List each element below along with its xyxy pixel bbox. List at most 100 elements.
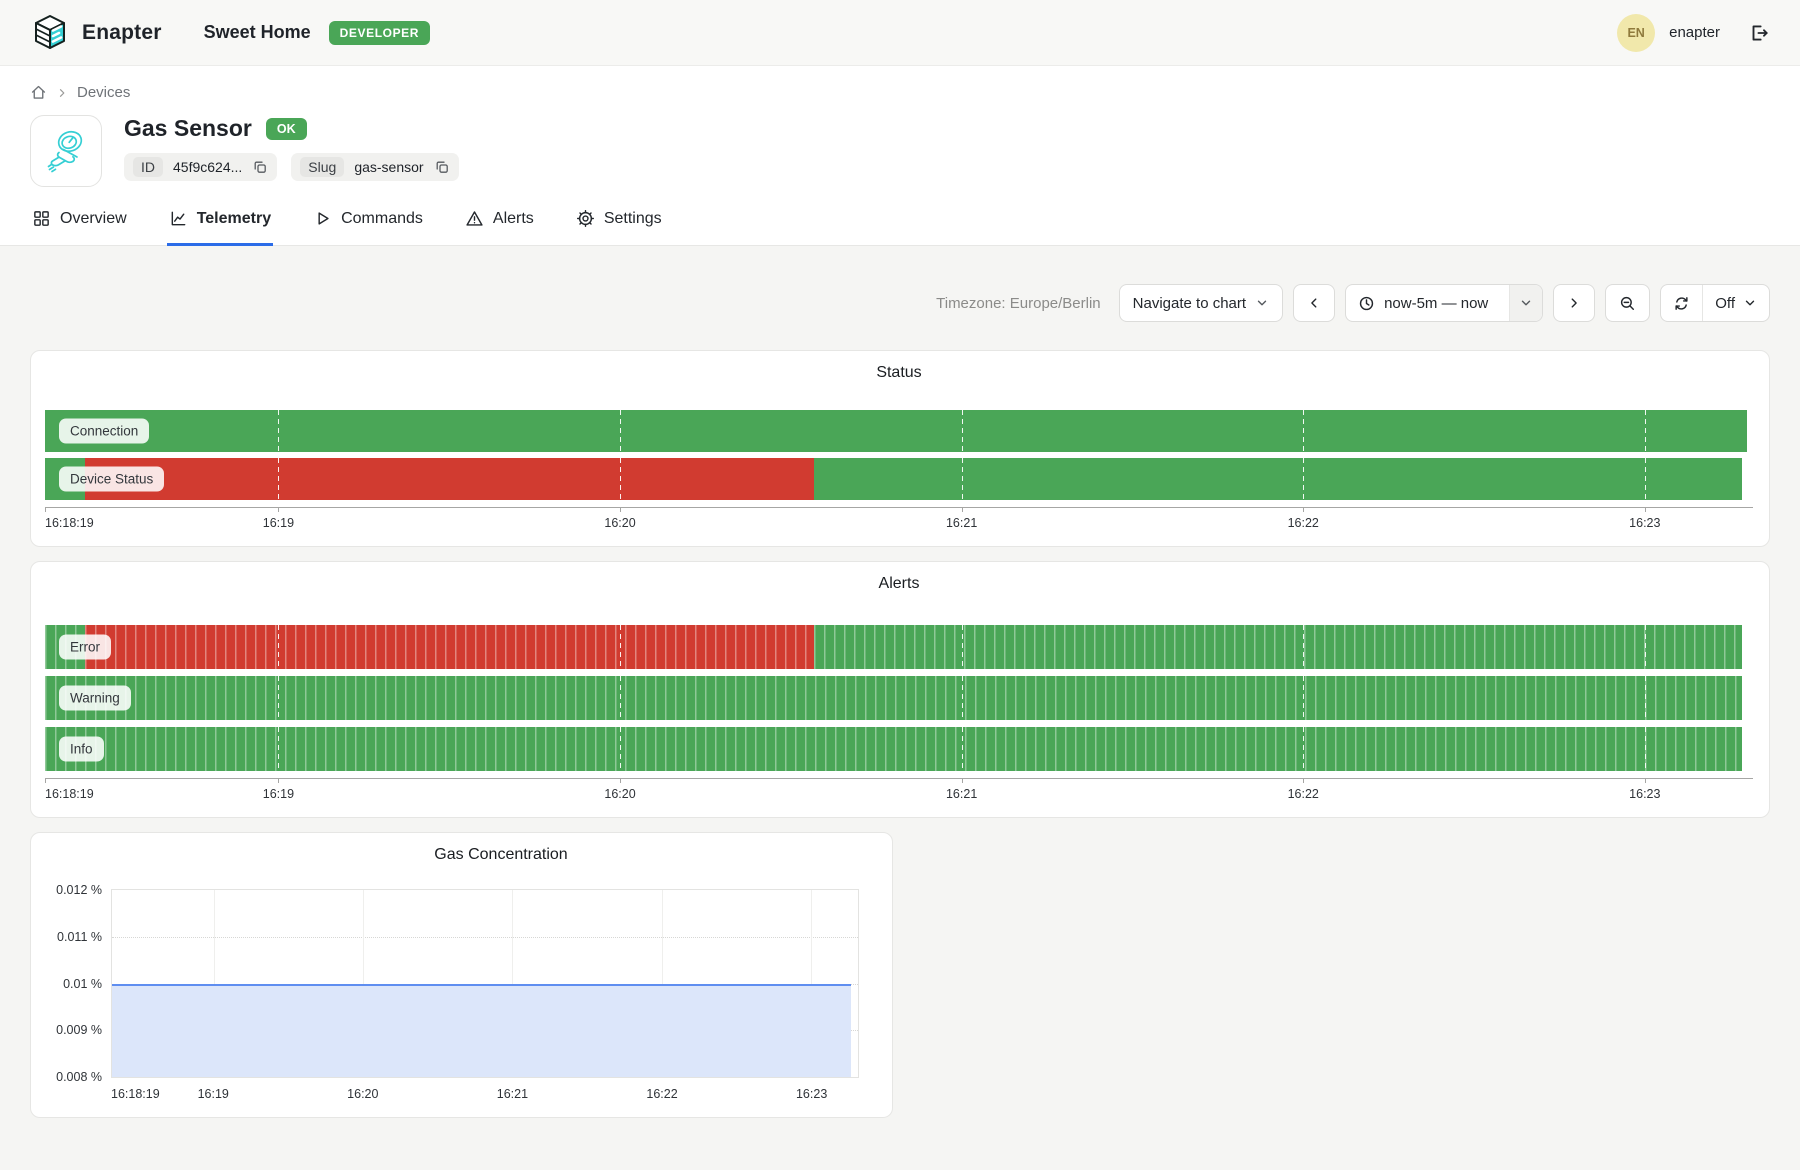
gridline xyxy=(1645,676,1646,720)
plot-area[interactable]: 0.012 %0.011 %0.01 %0.009 %0.008 % xyxy=(111,889,859,1078)
zoom-out-button[interactable] xyxy=(1605,284,1650,322)
logout-icon xyxy=(1748,22,1770,44)
developer-badge: DEVELOPER xyxy=(329,21,430,45)
row-label: Error xyxy=(59,635,111,660)
gridline xyxy=(620,458,621,500)
timeline-segment-error xyxy=(85,458,814,500)
alerts-timeline-chart[interactable]: ErrorWarningInfo16:18:1916:1916:2016:211… xyxy=(45,625,1753,808)
alerts-chart-panel: Alerts ErrorWarningInfo16:18:1916:1916:2… xyxy=(30,561,1770,818)
axis-tick xyxy=(1303,779,1304,783)
gridline xyxy=(962,410,963,452)
logout-button[interactable] xyxy=(1748,22,1770,44)
gear-icon xyxy=(576,209,595,228)
device-tabs: Overview Telemetry Commands Alerts Settings xyxy=(0,209,1800,246)
timezone-label: Timezone: Europe/Berlin xyxy=(936,295,1101,312)
username[interactable]: enapter xyxy=(1669,24,1720,41)
x-tick-label: 16:21 xyxy=(946,516,977,530)
copy-slug-button[interactable] xyxy=(434,159,450,175)
copy-icon xyxy=(434,159,450,175)
timeline-segment-ok xyxy=(45,727,1742,771)
area-chart: 0.012 %0.011 %0.01 %0.009 %0.008 %16:18:… xyxy=(111,889,859,1106)
play-icon xyxy=(313,209,332,228)
page-top: Devices Gas Sensor OK ID xyxy=(0,66,1800,246)
row-label: Connection xyxy=(59,419,149,444)
enapter-cube-icon xyxy=(30,13,70,53)
device-slug-value: gas-sensor xyxy=(354,159,423,175)
copy-id-button[interactable] xyxy=(252,159,268,175)
auto-refresh-interval-button[interactable]: Off xyxy=(1702,285,1769,321)
tab-label: Alerts xyxy=(493,210,534,228)
gridline xyxy=(278,410,279,452)
refresh-group: Off xyxy=(1660,284,1770,322)
app-header: Enapter Sweet Home DEVELOPER EN enapter xyxy=(0,0,1800,66)
y-tick-label: 0.012 % xyxy=(36,883,102,897)
x-tick-label: 16:18:19 xyxy=(45,516,94,530)
status-timeline-chart[interactable]: Connection Device Status 16:18:19 16:19 16:2… xyxy=(45,410,1753,537)
gridline xyxy=(1303,625,1304,669)
x-tick-label: 16:22 xyxy=(1288,516,1319,530)
tab-telemetry[interactable]: Telemetry xyxy=(167,209,273,246)
refresh-interval-value: Off xyxy=(1715,295,1735,312)
timeline-segment-ok xyxy=(45,410,1747,452)
time-shift-back-button[interactable] xyxy=(1293,284,1335,322)
grid-icon xyxy=(32,209,51,228)
enapter-logo[interactable]: Enapter xyxy=(30,13,162,53)
x-axis: 16:18:1916:1916:2016:2116:2216:23 xyxy=(111,1078,859,1106)
axis-tick xyxy=(620,508,621,512)
x-tick-label: 16:19 xyxy=(263,516,294,530)
user-avatar[interactable]: EN xyxy=(1617,14,1655,52)
x-tick-label: 16:22 xyxy=(1288,787,1319,801)
time-shift-forward-button[interactable] xyxy=(1553,284,1595,322)
timeline-segment-ok xyxy=(45,676,1742,720)
row-label: Device Status xyxy=(59,467,164,492)
gas-concentration-chart[interactable]: 0.012 %0.011 %0.01 %0.009 %0.008 %16:18:… xyxy=(45,889,876,1106)
status-chart-panel: Status Connection Device Status 16:18:19 16… xyxy=(30,350,1770,547)
refresh-button[interactable] xyxy=(1661,285,1702,321)
time-range-button[interactable]: now-5m — now xyxy=(1345,284,1543,322)
gridline xyxy=(962,727,963,771)
axis-tick xyxy=(45,508,46,512)
axis-tick xyxy=(1645,508,1646,512)
breadcrumb-devices[interactable]: Devices xyxy=(77,84,130,101)
device-id-value: 45f9c624... xyxy=(173,159,242,175)
chevron-right-icon xyxy=(1567,296,1581,310)
axis-tick xyxy=(962,508,963,512)
gridline xyxy=(1645,458,1646,500)
tab-commands[interactable]: Commands xyxy=(311,209,425,246)
gas-concentration-panel: Gas Concentration 0.012 %0.011 %0.01 %0.… xyxy=(30,832,893,1118)
gridline xyxy=(278,458,279,500)
navigate-to-chart-button[interactable]: Navigate to chart xyxy=(1119,284,1283,322)
home-icon[interactable] xyxy=(30,84,47,101)
x-tick-label: 16:20 xyxy=(604,516,635,530)
row-label: Warning xyxy=(59,686,131,711)
gridline xyxy=(962,458,963,500)
tab-label: Overview xyxy=(60,210,127,228)
telemetry-page: Timezone: Europe/Berlin Navigate to char… xyxy=(0,284,1800,1118)
tab-settings[interactable]: Settings xyxy=(574,209,664,246)
device-id-chip: ID 45f9c624... xyxy=(124,153,277,181)
axis-tick xyxy=(1645,779,1646,783)
gridline xyxy=(620,727,621,771)
chart-title-gas: Gas Concentration xyxy=(111,846,891,864)
chart-line-icon xyxy=(169,209,188,228)
x-axis: 16:18:1916:1916:2016:2116:2216:23 xyxy=(45,507,1753,537)
gridline xyxy=(1303,727,1304,771)
timeline-row-device-status: Device Status xyxy=(45,458,1753,500)
chevron-left-icon xyxy=(1307,296,1321,310)
tab-overview[interactable]: Overview xyxy=(30,209,129,246)
refresh-icon xyxy=(1673,295,1690,312)
x-tick-label: 16:18:19 xyxy=(111,1087,160,1101)
time-range-dropdown[interactable] xyxy=(1509,285,1542,321)
x-tick-label: 16:21 xyxy=(946,787,977,801)
chevron-down-icon xyxy=(1255,296,1269,310)
y-tick-label: 0.008 % xyxy=(36,1070,102,1084)
gas-sensor-icon xyxy=(39,124,93,178)
chart-title-alerts: Alerts xyxy=(45,575,1753,593)
alert-triangle-icon xyxy=(465,209,484,228)
device-status-badge: OK xyxy=(266,118,307,140)
x-tick-label: 16:20 xyxy=(347,1087,378,1101)
tab-alerts[interactable]: Alerts xyxy=(463,209,536,246)
x-tick-label: 16:22 xyxy=(646,1087,677,1101)
timeline-segment-error xyxy=(85,625,814,669)
chart-title-status: Status xyxy=(45,364,1753,382)
